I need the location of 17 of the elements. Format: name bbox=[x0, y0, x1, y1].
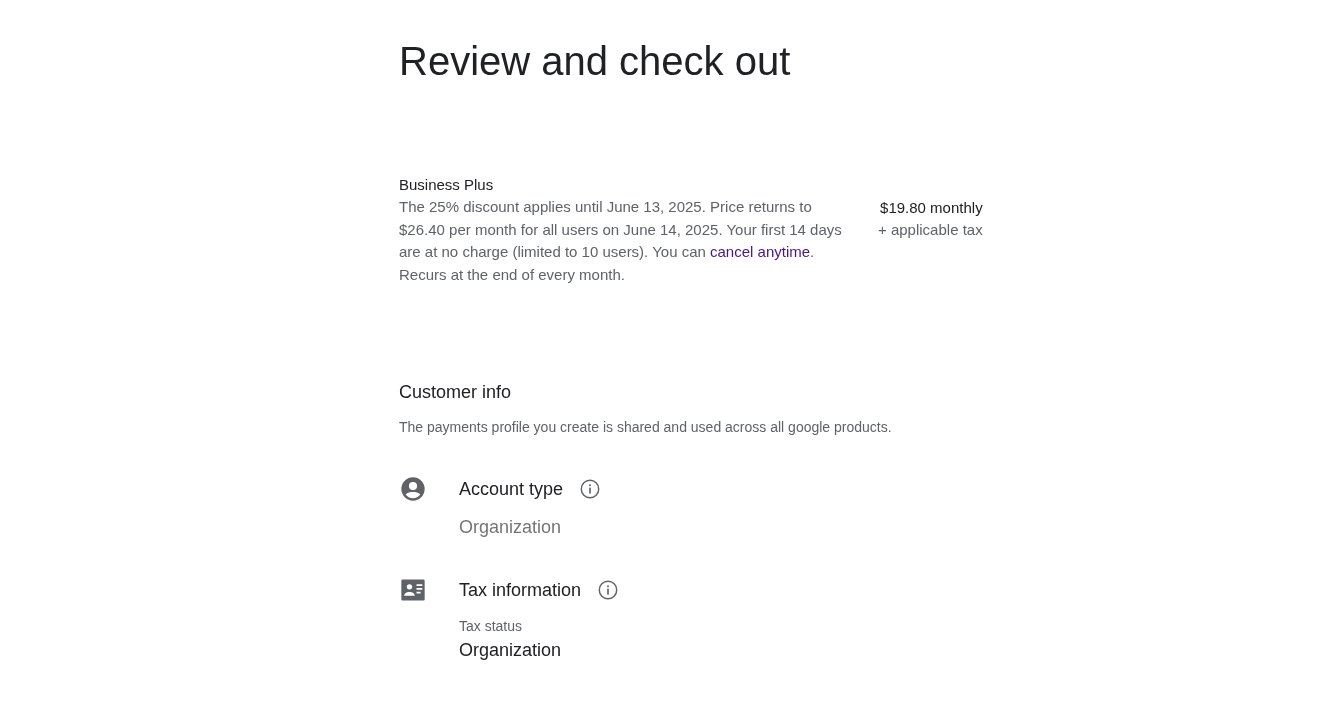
field-label: Tax status bbox=[459, 618, 524, 634]
account-icon bbox=[399, 475, 427, 503]
section-label: Tax information bbox=[459, 579, 582, 601]
info-icon[interactable] bbox=[579, 478, 602, 500]
section-heading: Customer info bbox=[399, 382, 513, 403]
field-value: Organization bbox=[459, 640, 563, 661]
field-value: Organization bbox=[459, 517, 563, 538]
page-title: Review and check out bbox=[399, 38, 792, 85]
cancel-link[interactable]: cancel anytime bbox=[710, 243, 811, 260]
recurrence-text: Recurs at the end of every month. bbox=[399, 264, 626, 285]
section-note: The payments profile you create is shared and used across all google products. bbox=[399, 419, 893, 435]
info-icon[interactable] bbox=[597, 579, 620, 601]
tax-note: + applicable tax bbox=[878, 220, 983, 240]
section-label: Account type bbox=[459, 478, 564, 500]
plan-name: Business Plus bbox=[399, 175, 495, 195]
plan-description: The 25% discount applies until June 13, 2025. Price returns to $26.40 per month for all users on June 14, 2025. Your first 14 days are at no charge (limited to 10 users). You can cancel anytime. bbox=[399, 197, 843, 262]
price: $19.80 monthly bbox=[879, 197, 983, 218]
